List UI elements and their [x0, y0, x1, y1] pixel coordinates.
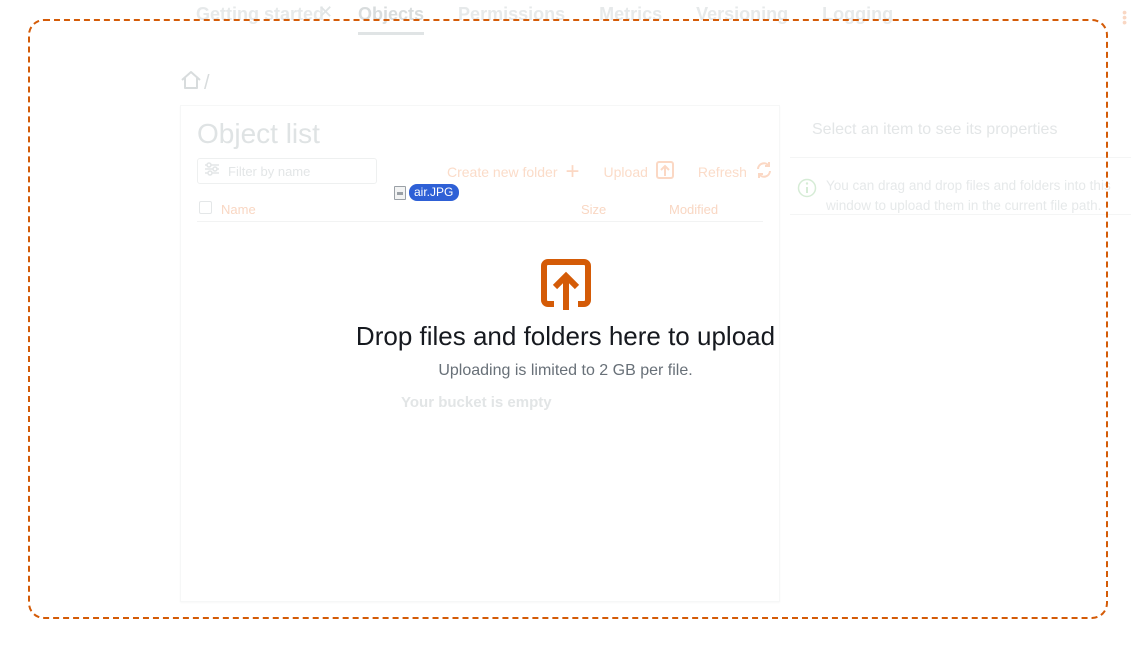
kebab-menu-icon[interactable]: • • •	[1122, 5, 1127, 29]
drop-zone-subtitle: Uploading is limited to 2 GB per file.	[438, 362, 693, 379]
dragged-file-name: air.JPG	[409, 184, 460, 201]
upload-large-icon	[540, 258, 592, 317]
dragged-file[interactable]: air.JPG	[394, 184, 460, 201]
drop-zone-content: Drop files and folders here to upload Up…	[0, 258, 1131, 380]
drop-zone-title: Drop files and folders here to upload	[355, 321, 776, 351]
file-icon	[394, 185, 406, 200]
